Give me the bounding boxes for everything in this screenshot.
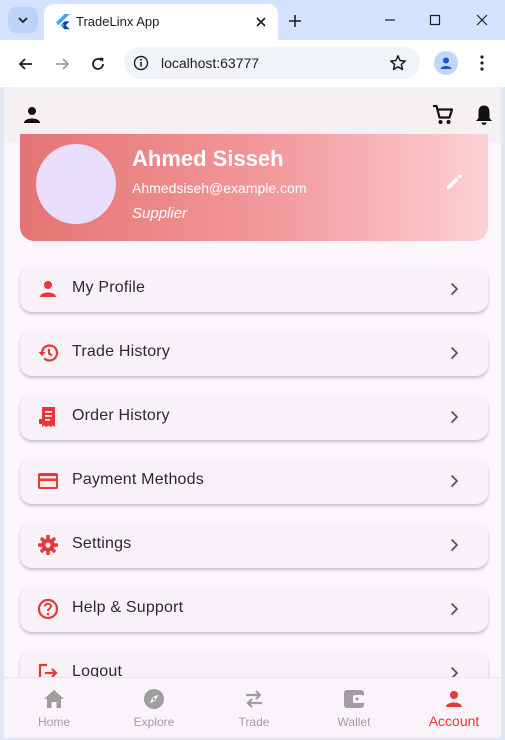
browser-profile-button[interactable] [434, 51, 458, 75]
back-button[interactable] [13, 51, 39, 77]
url-text: localhost:63777 [161, 55, 260, 71]
avatar[interactable] [36, 144, 116, 224]
minimize-button[interactable] [375, 8, 405, 32]
chevron-right-icon [444, 599, 464, 619]
profile-name: Ahmed Sisseh [132, 146, 284, 171]
cart-button[interactable] [431, 103, 455, 127]
profile-email: Ahmedsiseh@example.com [132, 180, 307, 196]
person-icon [36, 277, 60, 301]
menu-item-label: My Profile [72, 279, 146, 296]
history-icon [36, 341, 60, 365]
menu-item-my-profile[interactable]: My Profile [20, 266, 488, 312]
window-close-button[interactable] [467, 8, 497, 32]
person-icon [440, 57, 452, 69]
plus-icon [289, 15, 301, 27]
notifications-button[interactable] [472, 103, 496, 127]
nav-label: Home [37, 715, 70, 729]
pencil-icon [447, 174, 462, 189]
chevron-right-icon [444, 535, 464, 555]
reload-icon [92, 57, 104, 70]
chevron-down-icon [18, 17, 28, 24]
person-icon [442, 687, 466, 711]
browser-toolbar: localhost:63777 [0, 40, 505, 87]
compass-icon [142, 687, 166, 711]
tab-close-button[interactable] [252, 13, 270, 31]
nav-account[interactable]: Account [404, 678, 501, 738]
arrow-left-icon [18, 58, 32, 70]
cart-icon [433, 104, 454, 124]
menu-item-label: Order History [72, 407, 170, 424]
menu-item-label: Help & Support [72, 599, 184, 616]
maximize-icon [429, 14, 441, 26]
profile-role: Supplier [132, 205, 188, 222]
nav-label: Account [428, 713, 480, 729]
bottom-navigation: Home Explore Trade Wallet Account [4, 677, 501, 738]
edit-profile-button[interactable] [442, 170, 466, 194]
home-icon [42, 687, 66, 711]
menu-item-label: Trade History [72, 343, 171, 360]
browser-title-bar: TradeLinx App [0, 0, 505, 40]
browser-menu-button[interactable] [470, 51, 494, 75]
flutter-icon [56, 14, 70, 30]
menu-item-help-support[interactable]: Help & Support [20, 586, 488, 632]
arrow-right-icon [56, 58, 70, 70]
menu-item-payment-methods[interactable]: Payment Methods [20, 458, 488, 504]
nav-trade[interactable]: Trade [204, 678, 304, 738]
chevron-right-icon [444, 279, 464, 299]
chevron-right-icon [444, 407, 464, 427]
bookmark-button[interactable] [388, 53, 408, 73]
help-icon [36, 597, 60, 621]
minimize-icon [385, 19, 395, 21]
chevron-right-icon [444, 471, 464, 491]
menu-item-settings[interactable]: Settings [20, 522, 488, 568]
wallet-icon [342, 687, 366, 711]
address-bar[interactable]: localhost:63777 [124, 47, 420, 79]
info-icon [133, 55, 149, 71]
account-button[interactable] [20, 103, 44, 127]
tab-search-button[interactable] [8, 7, 38, 33]
nav-label: Trade [238, 715, 270, 729]
swap-icon [242, 687, 266, 711]
gear-icon [36, 533, 60, 557]
reload-button[interactable] [85, 51, 111, 77]
forward-button[interactable] [49, 51, 75, 77]
nav-explore[interactable]: Explore [104, 678, 204, 738]
nav-label: Wallet [337, 715, 371, 729]
nav-wallet[interactable]: Wallet [304, 678, 404, 738]
menu-item-order-history[interactable]: Order History [20, 394, 488, 440]
nav-label: Explore [133, 715, 175, 729]
star-icon [390, 55, 406, 71]
profile-card: Ahmed Sisseh Ahmedsiseh@example.com Supp… [20, 134, 488, 241]
receipt-icon [36, 405, 60, 429]
menu-item-trade-history[interactable]: Trade History [20, 330, 488, 376]
nav-home[interactable]: Home [4, 678, 104, 738]
bell-icon [476, 105, 492, 125]
new-tab-button[interactable] [284, 10, 306, 32]
maximize-button[interactable] [420, 8, 450, 32]
close-icon [256, 17, 266, 27]
menu-item-label: Settings [72, 535, 132, 552]
more-vert-icon [480, 55, 484, 71]
menu-item-label: Payment Methods [72, 471, 204, 488]
chevron-right-icon [444, 343, 464, 363]
site-info-button[interactable] [132, 54, 150, 72]
browser-tab[interactable]: TradeLinx App [44, 4, 278, 40]
close-icon [476, 14, 488, 26]
credit-card-icon [36, 469, 60, 493]
tab-title: TradeLinx App [76, 14, 160, 29]
app-viewport: Ahmed Sisseh Ahmedsiseh@example.com Supp… [4, 87, 501, 738]
person-icon [24, 107, 40, 123]
